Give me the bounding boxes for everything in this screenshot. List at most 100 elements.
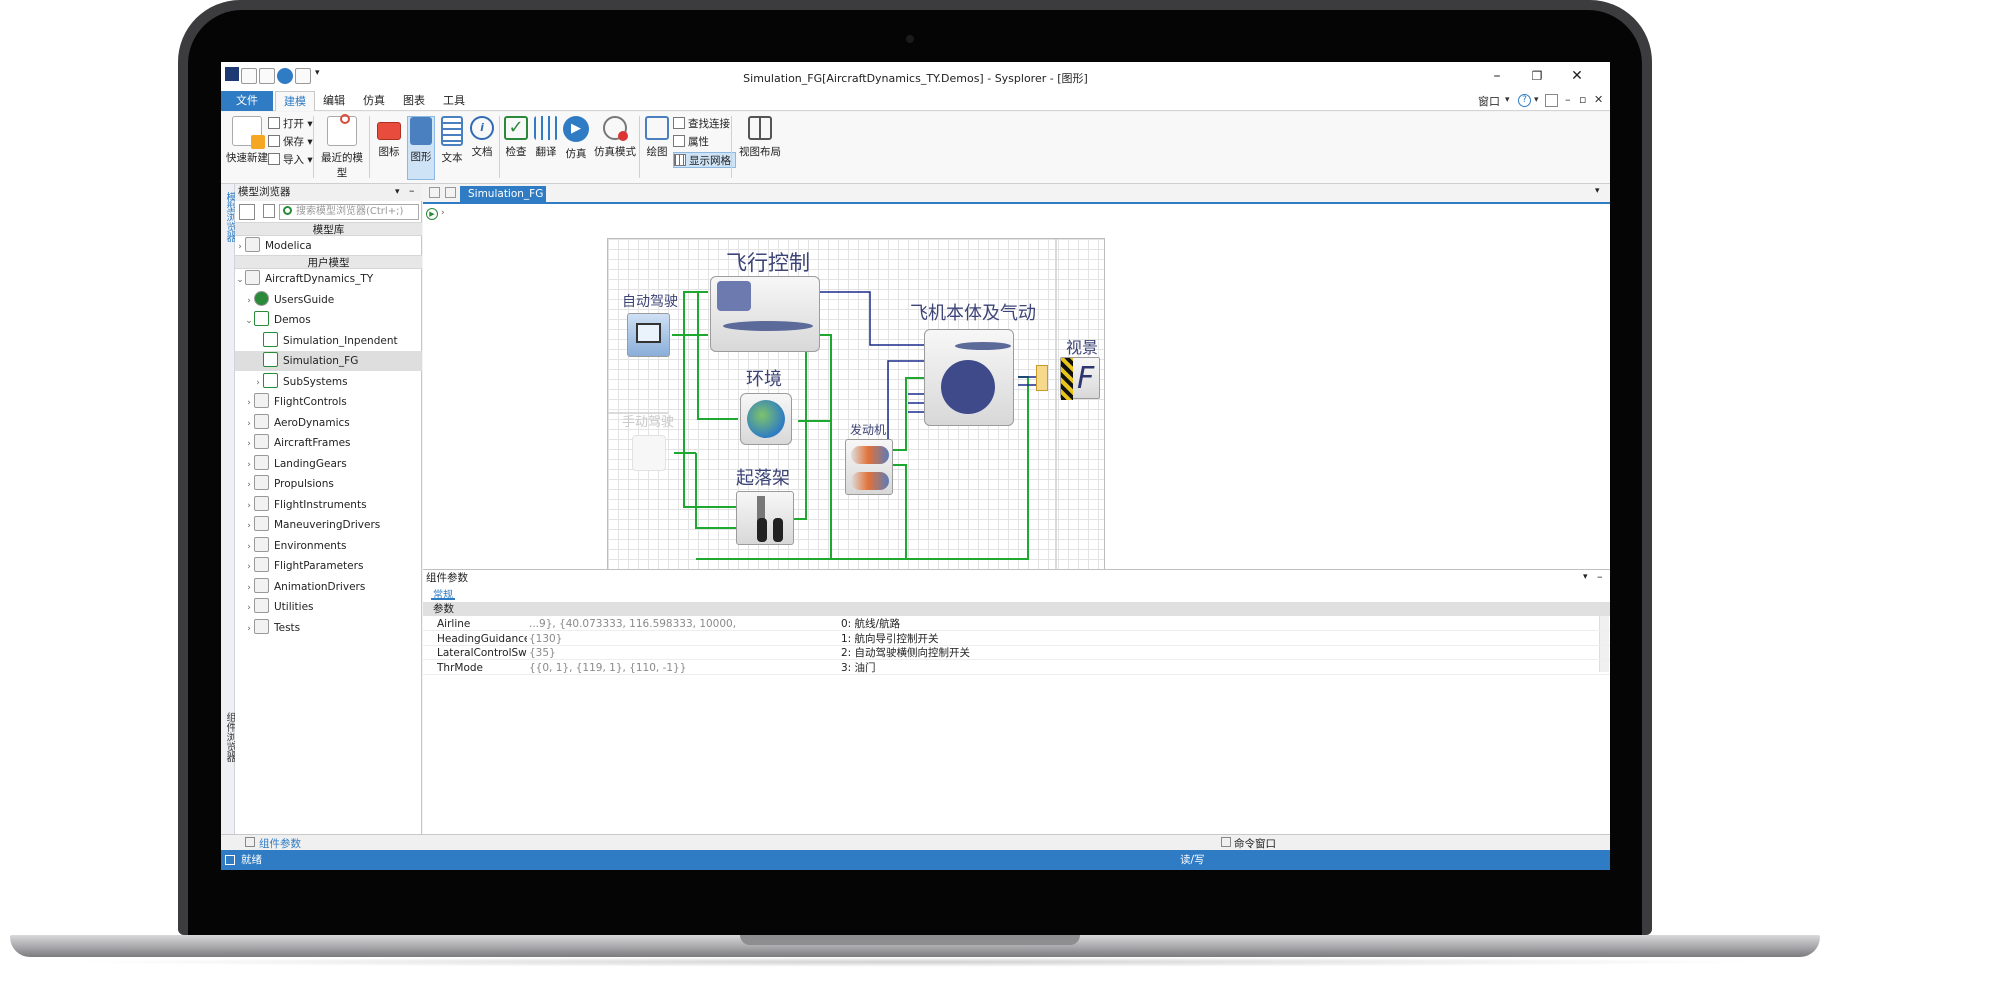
tree-item[interactable]: › UsersGuide [235,290,422,310]
expand-arrow-icon[interactable]: › [244,598,254,618]
tree-item[interactable]: › SubSystems [235,372,422,392]
airframe-block[interactable] [924,329,1014,426]
forward-nav-icon[interactable] [445,187,456,198]
expand-arrow-icon[interactable]: ⌄ [235,270,245,290]
properties-button[interactable]: 属性 [673,134,709,150]
run-icon[interactable] [277,68,293,84]
new-icon[interactable] [241,68,257,84]
params-row[interactable]: LateralControlSwitch{35} 2: 自动驾驶横侧向控制开关 [423,646,1610,660]
params-tab-general[interactable]: 常规 [431,586,455,601]
save-button[interactable]: 保存 ▾ [268,134,313,150]
menu-edit[interactable]: 编辑 [315,91,353,111]
params-row[interactable]: HeadingGuidanceS...{130} 1: 航向导引控制开关 [423,632,1610,646]
restore-panel-icon[interactable] [1545,94,1558,107]
param-value-input[interactable]: {{0, 1}, {119, 1}, {110, -1}} [527,661,737,675]
menu-build[interactable]: 建模 [275,91,315,111]
find-connection-button[interactable]: 查找连接 [673,116,730,132]
draw-button[interactable]: 绘图 [641,116,673,159]
flight-control-block[interactable] [710,276,820,352]
bus-connector[interactable] [1036,365,1048,391]
tree-item[interactable]: ⌄ AircraftDynamics_TY [235,269,422,289]
window-dropdown-icon[interactable]: ▾ [1505,95,1510,105]
autopilot-block[interactable] [627,313,670,357]
expand-arrow-icon[interactable]: › [244,557,254,577]
tree-item[interactable]: › FlightParameters [235,556,422,576]
param-value-input[interactable]: {35} [527,646,737,660]
quick-access-dropdown-icon[interactable]: ▾ [315,68,320,78]
tree-item[interactable]: › Tests [235,618,422,638]
expand-arrow-icon[interactable]: › [244,455,254,475]
tree-view-icon[interactable] [239,204,255,220]
tree-item[interactable]: › AeroDynamics [235,413,422,433]
params-dropdown-icon[interactable]: ▾ [1583,572,1588,582]
expand-arrow-icon[interactable]: › [253,373,263,393]
expand-arrow-icon[interactable]: › [244,414,254,434]
quick-new-button[interactable]: 快速新建 [225,116,269,165]
save-icon[interactable] [259,68,275,84]
tree-item[interactable]: › LandingGears [235,454,422,474]
tree-item[interactable]: › FlightControls [235,392,422,412]
panel-minimize-icon[interactable]: – [409,184,415,197]
tree-item[interactable]: › Utilities [235,597,422,617]
tree-item[interactable]: › AircraftFrames [235,433,422,453]
text-view-button[interactable]: 文本 [437,116,467,165]
environment-block[interactable] [740,393,792,445]
landing-gear-block[interactable] [736,491,794,545]
grid-icon[interactable] [295,68,311,84]
document-tab[interactable]: Simulation_FG × [460,186,546,216]
import-button[interactable]: 导入 ▾ [268,152,313,168]
view-layout-button[interactable]: 视图布局 [735,116,785,159]
menu-tools[interactable]: 工具 [435,91,473,111]
tree-item[interactable]: › ManeuveringDrivers [235,515,422,535]
params-row[interactable]: Airline ...9}, {40.073333, 116.598333, 10… [423,617,1610,631]
close-button[interactable]: ✕ [1557,65,1597,87]
menu-simulate[interactable]: 仿真 [355,91,393,111]
panel-dropdown-icon[interactable]: ▾ [395,187,400,197]
doc-minimize-icon[interactable]: – [1565,93,1571,106]
translate-button[interactable]: 翻译 [531,116,561,159]
tree-item[interactable]: › Propulsions [235,474,422,494]
engine-block[interactable] [845,439,893,495]
expand-arrow-icon[interactable]: › [244,496,254,516]
expand-arrow-icon[interactable]: › [244,619,254,639]
params-row[interactable]: ThrMode {{0, 1}, {119, 1}, {110, -1}} 3: 油… [423,661,1610,675]
minimize-button[interactable]: – [1477,65,1517,87]
back-nav-icon[interactable] [429,187,440,198]
simulate-button[interactable]: ▶ 仿真 [561,116,591,161]
expand-arrow-icon[interactable]: › [244,475,254,495]
bottom-tab-command-window[interactable]: 命令窗口 [1234,836,1276,851]
param-value-input[interactable]: ...9}, {40.073333, 116.598333, 10000, 1,… [527,617,737,631]
expand-arrow-icon[interactable]: › [244,578,254,598]
expand-arrow-icon[interactable]: › [244,291,254,311]
params-minimize-icon[interactable]: – [1597,570,1603,583]
model-search-input[interactable]: 搜索模型浏览器(Ctrl+;) [279,204,419,220]
tree-item[interactable]: › FlightInstruments [235,495,422,515]
run-diagram-icon[interactable]: ▶ [426,208,438,220]
collapse-all-icon[interactable] [263,204,275,218]
graphic-view-button[interactable]: 图形 [407,116,435,180]
maximize-button[interactable]: ❐ [1517,65,1557,87]
doc-view-button[interactable]: i 文档 [467,116,497,159]
menu-chart[interactable]: 图表 [395,91,433,111]
icon-view-button[interactable]: 图标 [371,116,407,159]
expand-arrow-icon[interactable]: › [244,434,254,454]
expand-arrow-icon[interactable]: ⌄ [244,311,254,331]
sim-mode-button[interactable]: 仿真模式 [593,116,637,159]
tree-item[interactable]: Simulation_FG [235,351,422,371]
check-button[interactable]: ✓ 检查 [501,116,531,159]
tree-item[interactable]: Simulation_Inpendent [235,331,422,351]
doc-restore-icon[interactable]: ▫ [1579,93,1586,106]
show-grid-toggle[interactable]: 显示网格 [673,152,736,168]
tree-item[interactable]: › AnimationDrivers [235,577,422,597]
tab-list-icon[interactable]: ▾ [1595,186,1600,196]
model-diagram[interactable]: 飞行控制 自动驾驶 飞机本体及气动 视景 F 环境 手动驾驶 发动机 起落架 [607,238,1105,588]
manual-pilot-block[interactable] [632,435,666,471]
library-tree-item[interactable]: › Modelica [235,236,422,256]
tree-item[interactable]: ⌄ Demos [235,310,422,330]
expand-arrow-icon[interactable]: › [235,237,245,257]
help-icon[interactable]: ? [1518,94,1531,107]
window-menu[interactable]: 窗口 [1478,93,1500,109]
doc-close-icon[interactable]: ✕ [1594,93,1603,106]
help-dropdown-icon[interactable]: ▾ [1534,95,1539,105]
recent-models-button[interactable]: 最近的模型 [317,114,367,180]
